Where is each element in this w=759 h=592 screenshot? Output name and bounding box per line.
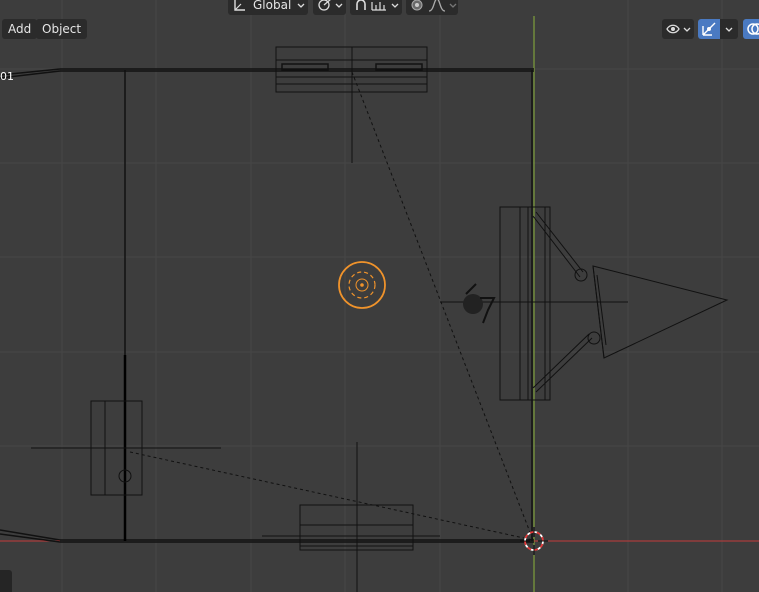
room-outline[interactable]	[0, 68, 534, 543]
object-menu-button[interactable]: Object	[36, 19, 88, 39]
add-menu-button[interactable]: Add	[2, 19, 38, 39]
pivot-point-dropdown[interactable]	[313, 0, 346, 15]
overlay-toggle[interactable]	[743, 19, 759, 39]
falloff-curve-icon	[428, 0, 446, 12]
chevron-down-icon	[335, 3, 343, 8]
magnet-icon	[356, 0, 366, 10]
chevron-down-icon	[725, 27, 733, 32]
collection-label: 01	[0, 70, 14, 83]
orientation-dropdown[interactable]: Global	[228, 0, 308, 15]
gizmo-dropdown[interactable]	[698, 19, 738, 39]
gizmo-icon	[702, 22, 716, 36]
chevron-down-icon	[683, 27, 691, 32]
camera-object[interactable]	[592, 265, 729, 359]
selected-light[interactable]	[338, 261, 386, 309]
corner-widget[interactable]	[0, 570, 12, 592]
overlay-icon	[747, 23, 759, 35]
window-bottom[interactable]	[262, 442, 440, 592]
3d-viewport[interactable]: 01 Global Add Object	[0, 0, 759, 592]
chevron-down-icon	[297, 3, 305, 8]
proportional-editing-controls[interactable]	[406, 0, 458, 15]
visibility-dropdown[interactable]	[662, 19, 694, 39]
proportional-editing-icon	[411, 0, 423, 11]
pivot-icon	[318, 0, 331, 11]
gizmo-toggle[interactable]	[698, 19, 720, 39]
window-top[interactable]	[275, 46, 428, 163]
snap-increment-icon	[371, 2, 386, 11]
eye-icon	[666, 24, 680, 34]
transform-axes-icon	[234, 0, 245, 11]
chevron-down-icon	[449, 3, 457, 8]
scene-objects[interactable]	[0, 0, 759, 592]
orientation-label: Global	[253, 0, 292, 12]
chevron-down-icon	[391, 3, 399, 8]
figure-object[interactable]	[463, 283, 496, 324]
snapping-controls[interactable]	[350, 0, 402, 15]
